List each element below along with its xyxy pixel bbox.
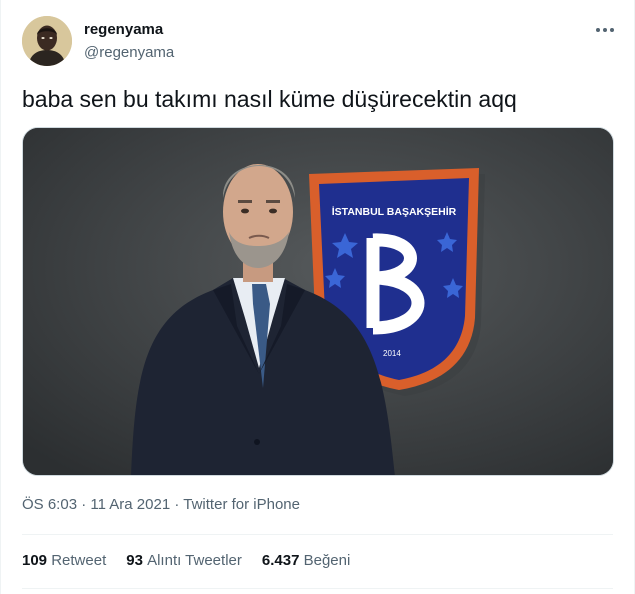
tweet-stats: 109 Retweet 93 Alıntı Tweetler 6.437 Beğ… — [22, 551, 370, 571]
divider — [22, 588, 613, 589]
tweet-source[interactable]: Twitter for iPhone — [183, 496, 300, 513]
likes-count: 6.437 — [261, 552, 304, 569]
author-names: regenyama @regenyama — [84, 20, 174, 63]
retweets-count: 109 — [22, 552, 52, 569]
quotes-label: Alıntı Tweetler — [147, 552, 242, 569]
tweet-card: regenyama @regenyama baba sen bu takımı … — [0, 0, 635, 594]
likes-label: Beğeni — [303, 552, 351, 569]
badge-year: 2014 — [383, 349, 401, 358]
avatar[interactable] — [22, 16, 72, 66]
handle[interactable]: @regenyama — [84, 43, 174, 63]
photo-image: İSTANBUL BAŞAKŞEHİR 2014 — [23, 128, 613, 475]
tweet-date[interactable]: 11 Ara 2021 — [90, 496, 170, 513]
retweets-stat[interactable]: 109 Retweet — [22, 551, 106, 571]
tweet-text: baba sen bu takımı nasıl küme düşürecekt… — [22, 86, 517, 112]
tweet-meta: ÖS 6:03 · 11 Ara 2021 · Twitter for iPho… — [22, 495, 300, 515]
meta-separator: · — [81, 496, 91, 513]
likes-stat[interactable]: 6.437 Beğeni — [262, 551, 350, 571]
more-horizontal-icon[interactable] — [589, 18, 621, 42]
badge-text: İSTANBUL BAŞAKŞEHİR — [332, 205, 457, 218]
quotes-stat[interactable]: 93 Alıntı Tweetler — [126, 551, 242, 571]
divider — [22, 534, 613, 535]
display-name[interactable]: regenyama — [84, 20, 174, 40]
quotes-count: 93 — [126, 552, 148, 569]
tweet-time[interactable]: ÖS 6:03 — [22, 496, 77, 513]
avatar-image — [22, 16, 72, 66]
retweets-label: Retweet — [51, 552, 107, 569]
tweet-photo[interactable]: İSTANBUL BAŞAKŞEHİR 2014 — [22, 127, 614, 476]
meta-separator: · — [174, 496, 184, 513]
